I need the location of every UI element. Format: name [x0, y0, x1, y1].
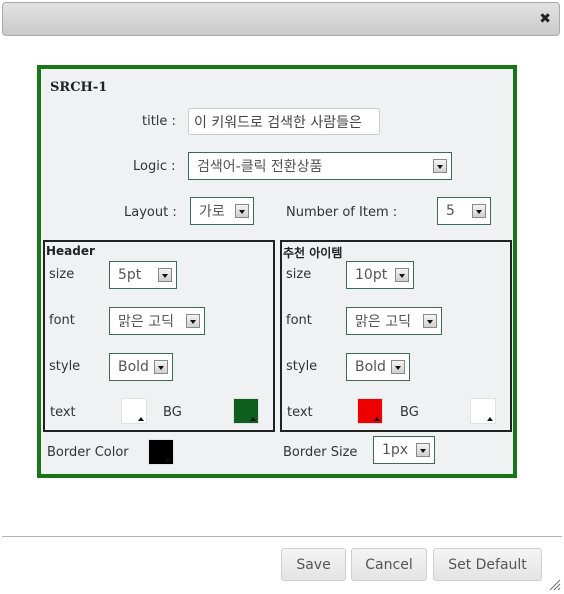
set-default-button[interactable]: Set Default [433, 548, 542, 581]
header-bg-label: BG [163, 405, 182, 420]
caret-up-icon [250, 417, 256, 421]
cancel-button[interactable]: Cancel [351, 548, 427, 581]
header-settings-box: Header size 5pt font 맑은 고딕 style Bold te… [43, 240, 275, 432]
chevron-down-icon[interactable] [395, 268, 409, 282]
border-color-picker[interactable] [148, 439, 174, 465]
header-size-value: 5pt [118, 267, 142, 283]
chevron-down-icon[interactable] [154, 360, 168, 374]
items-style-value: Bold [355, 359, 386, 375]
header-text-label: text [50, 405, 76, 420]
items-size-label: size [286, 267, 312, 282]
border-color-label: Border Color [47, 445, 129, 460]
header-style-select[interactable]: Bold [109, 353, 173, 381]
items-text-color-picker[interactable] [357, 398, 383, 424]
items-style-label: style [286, 359, 318, 374]
items-size-select[interactable]: 10pt [346, 261, 414, 289]
header-size-label: size [49, 267, 75, 282]
header-size-select[interactable]: 5pt [109, 261, 177, 289]
widget-preview-panel: SRCH-1 title : 이 키워드로 검색한 사람들은 Logic : 검… [37, 65, 517, 478]
border-size-select[interactable]: 1px [373, 436, 435, 464]
items-size-value: 10pt [355, 267, 388, 283]
header-style-label: style [49, 359, 81, 374]
items-font-value: 맑은 고딕 [355, 314, 411, 330]
save-button[interactable]: Save [281, 548, 346, 581]
header-font-value: 맑은 고딕 [118, 314, 174, 330]
caret-up-icon [138, 417, 144, 421]
title-label: title : [142, 114, 176, 129]
chevron-down-icon[interactable] [235, 204, 249, 218]
layout-value: 가로 [199, 204, 225, 220]
header-bg-color-picker[interactable] [233, 398, 259, 424]
chevron-down-icon[interactable] [186, 314, 200, 328]
chevron-down-icon[interactable] [158, 268, 172, 282]
chevron-down-icon[interactable] [391, 360, 405, 374]
footer-divider [2, 536, 562, 537]
dialog-titlebar[interactable]: ✖ [2, 2, 560, 36]
items-style-select[interactable]: Bold [346, 353, 410, 381]
caret-up-icon [487, 417, 493, 421]
chevron-down-icon[interactable] [472, 204, 486, 218]
border-size-value: 1px [382, 442, 409, 458]
items-font-select[interactable]: 맑은 고딕 [346, 307, 442, 335]
title-input[interactable]: 이 키워드로 검색한 사람들은 [188, 108, 380, 135]
items-settings-box: 추천 아이템 size 10pt font 맑은 고딕 style Bold t… [280, 240, 512, 432]
items-box-title: 추천 아이템 [283, 246, 343, 260]
close-icon[interactable]: ✖ [539, 12, 551, 26]
header-font-select[interactable]: 맑은 고딕 [109, 307, 205, 335]
chevron-down-icon[interactable] [433, 159, 447, 173]
caret-up-icon [374, 417, 380, 421]
logic-select[interactable]: 검색어-클릭 전환상품 [188, 152, 452, 180]
num-items-select[interactable]: 5 [437, 197, 491, 225]
items-bg-color-picker[interactable] [470, 398, 496, 424]
items-font-label: font [286, 313, 312, 328]
header-box-title: Header [46, 244, 95, 258]
logic-value: 검색어-클릭 전환상품 [197, 159, 323, 175]
header-font-label: font [49, 313, 75, 328]
num-items-value: 5 [446, 203, 455, 219]
resize-grip-icon[interactable] [549, 579, 561, 591]
chevron-down-icon[interactable] [423, 314, 437, 328]
num-items-label: Number of Item : [286, 205, 398, 220]
layout-select[interactable]: 가로 [190, 197, 254, 225]
items-text-label: text [287, 405, 313, 420]
caret-up-icon [165, 458, 171, 462]
items-bg-label: BG [400, 405, 419, 420]
layout-label: Layout : [124, 205, 177, 220]
chevron-down-icon[interactable] [416, 443, 430, 457]
panel-title: SRCH-1 [50, 80, 108, 95]
border-size-label: Border Size [283, 445, 358, 460]
logic-label: Logic : [133, 159, 176, 174]
header-style-value: Bold [118, 359, 149, 375]
header-text-color-picker[interactable] [121, 398, 147, 424]
